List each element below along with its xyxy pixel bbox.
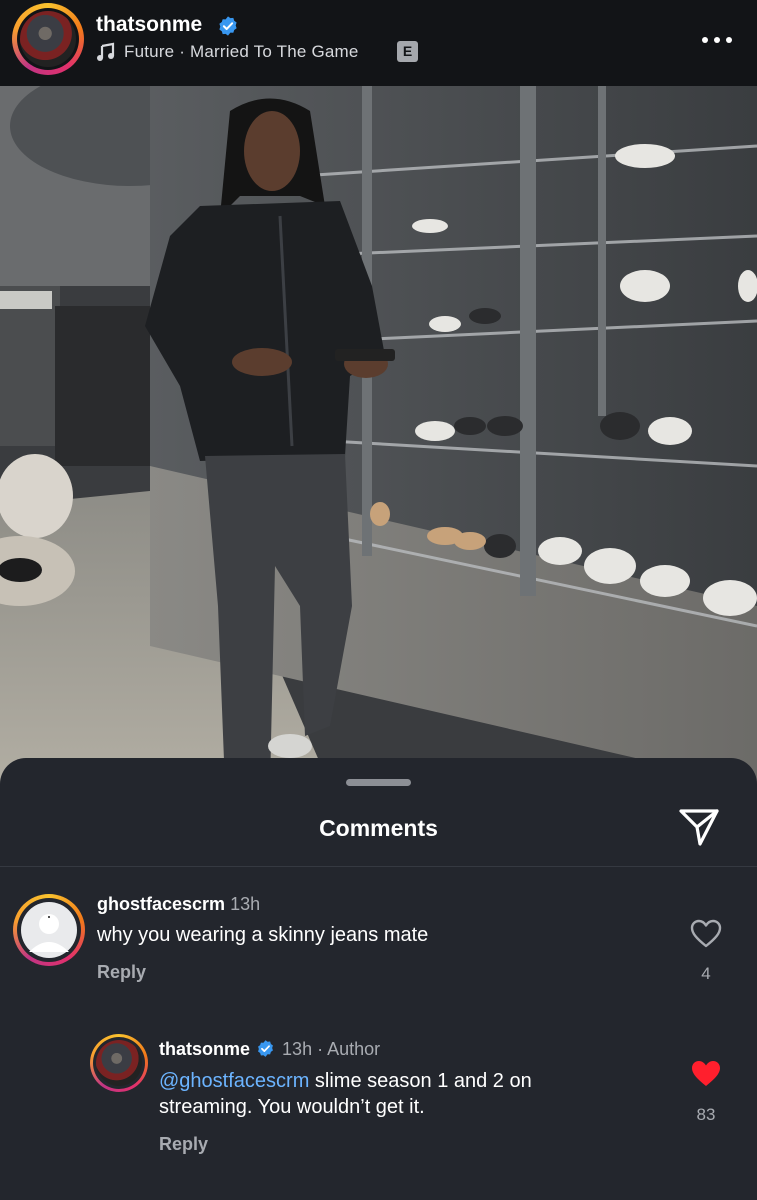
- comment-time: 13h: [230, 894, 261, 914]
- author-username[interactable]: thatsonme: [96, 13, 202, 37]
- comment-text: why you wearing a skinny jeans mate: [97, 924, 429, 946]
- sheet-title: Comments: [319, 815, 438, 841]
- explicit-badge: E: [397, 41, 418, 62]
- author-tag: · Author: [317, 1039, 381, 1059]
- comments-sheet: Comments ghostfacescrm 13h why you weari…: [0, 758, 757, 1200]
- author-avatar[interactable]: [12, 3, 84, 75]
- post-header: thatsonme Future · Married To The Game E: [0, 0, 757, 86]
- verified-badge-icon: [258, 1040, 273, 1058]
- more-options-icon[interactable]: [701, 36, 733, 44]
- comment-username[interactable]: ghostfacescrm 13h: [97, 894, 260, 915]
- verified-badge-icon: [219, 16, 237, 36]
- reply-button[interactable]: Reply: [159, 1134, 208, 1155]
- heart-icon[interactable]: [690, 919, 722, 948]
- post-photo[interactable]: [0, 86, 757, 786]
- reply-button[interactable]: Reply: [97, 962, 146, 983]
- audio-track[interactable]: Future · Married To The Game: [124, 42, 359, 62]
- default-avatar-icon: [21, 902, 77, 958]
- comment-time: 13h: [282, 1039, 313, 1059]
- comment-text: @ghostfacescrm slime season 1 and 2 on s…: [159, 1070, 532, 1118]
- mention-link[interactable]: @ghostfacescrm: [159, 1070, 309, 1092]
- sheet-divider: [0, 866, 757, 867]
- commenter-avatar[interactable]: [90, 1034, 148, 1092]
- post-photo-image: [0, 86, 757, 786]
- like-count: 83: [696, 1105, 716, 1124]
- commenter-avatar[interactable]: [13, 894, 85, 966]
- heart-filled-icon[interactable]: [690, 1059, 722, 1088]
- like-count: 4: [701, 964, 711, 983]
- send-icon[interactable]: [678, 807, 720, 847]
- comment-username[interactable]: thatsonme 13h · Author: [159, 1039, 380, 1060]
- music-note-icon: [97, 42, 115, 61]
- drag-handle[interactable]: [346, 779, 411, 786]
